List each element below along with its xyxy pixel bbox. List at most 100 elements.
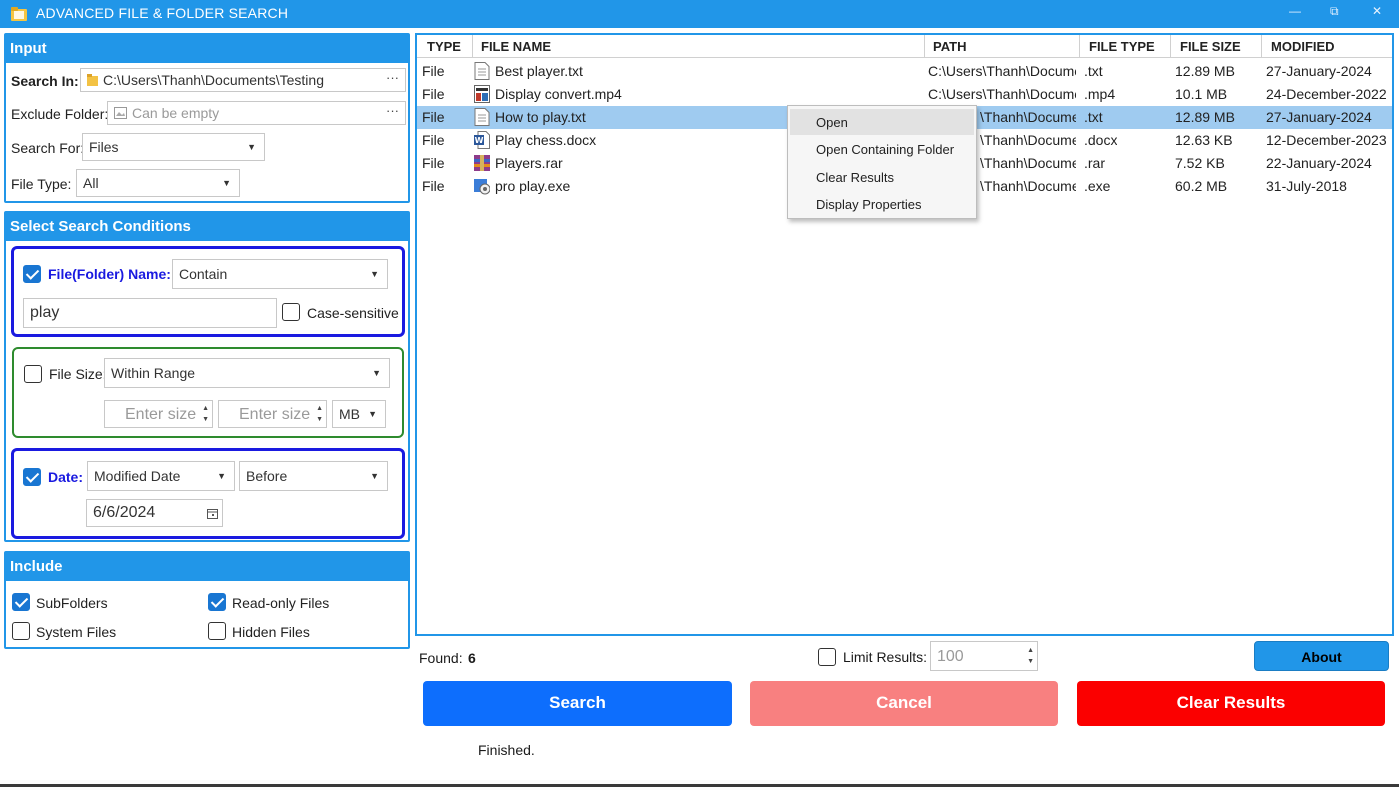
row-type: File: [422, 155, 445, 171]
row-file-type: .docx: [1084, 132, 1118, 148]
size-condition-checkbox[interactable]: [24, 365, 42, 383]
case-sensitive-label: Case-sensitive: [307, 305, 399, 321]
spin-down-icon[interactable]: ▼: [202, 416, 209, 424]
context-menu-open-folder[interactable]: Open Containing Folder: [790, 136, 974, 162]
clear-results-button[interactable]: Clear Results: [1077, 681, 1385, 726]
row-path: \Thanh\Docume: [980, 109, 1076, 125]
name-condition-label: File(Folder) Name:: [48, 266, 171, 282]
date-field-dropdown[interactable]: Modified Date ▼: [87, 461, 235, 491]
calendar-icon[interactable]: [207, 508, 218, 519]
exclude-folder-label: Exclude Folder:: [11, 106, 109, 122]
context-menu-clear-results[interactable]: Clear Results: [790, 164, 974, 190]
spin-up-icon[interactable]: ▲: [1027, 647, 1034, 655]
text-file-icon: [474, 62, 490, 80]
close-button[interactable]: ✕: [1372, 4, 1382, 18]
date-field-value: Modified Date: [94, 468, 181, 484]
search-button[interactable]: Search: [423, 681, 732, 726]
chevron-down-icon: ▼: [222, 178, 231, 188]
size-condition-label: File Size:: [49, 366, 107, 382]
readonly-checkbox[interactable]: [208, 593, 226, 611]
archive-file-icon: [474, 155, 490, 171]
hidden-files-checkbox[interactable]: [208, 622, 226, 640]
row-type: File: [422, 109, 445, 125]
spin-up-icon[interactable]: ▲: [202, 405, 209, 413]
case-sensitive-checkbox[interactable]: [282, 303, 300, 321]
date-picker[interactable]: 6/6/2024: [86, 499, 223, 527]
max-size-input[interactable]: Enter size ▲ ▼: [218, 400, 327, 428]
context-menu-open[interactable]: Open: [790, 109, 974, 135]
row-path: \Thanh\Docume: [980, 178, 1076, 194]
size-unit-dropdown[interactable]: MB ▼: [332, 400, 386, 428]
system-files-checkbox[interactable]: [12, 622, 30, 640]
column-path[interactable]: PATH: [933, 39, 966, 54]
search-for-dropdown[interactable]: Files ▼: [82, 133, 265, 161]
file-type-value: All: [83, 175, 99, 191]
row-modified: 24-December-2022: [1266, 86, 1387, 102]
row-type: File: [422, 178, 445, 194]
image-folder-icon: [114, 107, 127, 119]
chevron-down-icon: ▼: [247, 142, 256, 152]
about-button[interactable]: About: [1254, 641, 1389, 671]
min-size-input[interactable]: Enter size ▲ ▼: [104, 400, 213, 428]
row-type: File: [422, 132, 445, 148]
row-path: C:\Users\Thanh\Docume: [928, 63, 1076, 79]
date-condition-box: Date: Modified Date ▼ Before ▼ 6/6/2024: [11, 448, 405, 539]
context-menu-properties[interactable]: Display Properties: [790, 191, 974, 217]
name-query-input[interactable]: play: [23, 298, 277, 328]
search-in-value: C:\Users\Thanh\Documents\Testing: [103, 72, 324, 88]
row-file-name: Best player.txt: [495, 63, 583, 79]
row-path: \Thanh\Docume: [980, 155, 1076, 171]
minimize-button[interactable]: —: [1289, 4, 1301, 18]
exclude-folder-field[interactable]: Can be empty ···: [107, 101, 406, 125]
limit-results-input[interactable]: 100 ▲ ▼: [930, 641, 1038, 671]
exe-file-icon: [474, 179, 490, 195]
spin-up-icon[interactable]: ▲: [316, 405, 323, 413]
column-file-size[interactable]: FILE SIZE: [1180, 39, 1241, 54]
size-unit-value: MB: [339, 406, 360, 422]
spin-down-icon[interactable]: ▼: [316, 416, 323, 424]
file-type-label: File Type:: [11, 176, 72, 192]
restore-button[interactable]: ⧉: [1330, 4, 1339, 19]
results-header: TYPE FILE NAME PATH FILE TYPE FILE SIZE …: [417, 35, 1392, 58]
limit-results-checkbox[interactable]: [818, 648, 836, 666]
search-in-field[interactable]: C:\Users\Thanh\Documents\Testing ···: [80, 68, 406, 92]
limit-results-value: 100: [937, 648, 964, 665]
column-type[interactable]: TYPE: [427, 39, 461, 54]
window-title: ADVANCED FILE & FOLDER SEARCH: [36, 5, 289, 21]
readonly-label: Read-only Files: [232, 595, 330, 611]
subfolders-checkbox[interactable]: [12, 593, 30, 611]
table-row[interactable]: File Best player.txt C:\Users\Thanh\Docu…: [417, 60, 1392, 83]
date-mode-dropdown[interactable]: Before ▼: [239, 461, 388, 491]
row-modified: 27-January-2024: [1266, 109, 1372, 125]
row-type: File: [422, 86, 445, 102]
row-modified: 12-December-2023: [1266, 132, 1387, 148]
limit-results-label: Limit Results:: [843, 649, 928, 665]
name-mode-dropdown[interactable]: Contain ▼: [172, 259, 388, 289]
row-modified: 22-January-2024: [1266, 155, 1372, 171]
system-files-label: System Files: [36, 624, 117, 640]
column-file-name[interactable]: FILE NAME: [481, 39, 551, 54]
browse-exclude-button[interactable]: ···: [386, 103, 399, 118]
browse-search-in-button[interactable]: ···: [386, 70, 399, 85]
spin-down-icon[interactable]: ▼: [1027, 658, 1034, 666]
date-condition-checkbox[interactable]: [23, 468, 41, 486]
name-condition-checkbox[interactable]: [23, 265, 41, 283]
subfolders-label: SubFolders: [36, 595, 108, 611]
file-type-dropdown[interactable]: All ▼: [76, 169, 240, 197]
row-modified: 27-January-2024: [1266, 63, 1372, 79]
row-file-type: .exe: [1084, 178, 1111, 194]
include-panel-header: Include: [6, 553, 408, 581]
row-file-type: .mp4: [1084, 86, 1116, 102]
row-path: C:\Users\Thanh\Docume: [928, 86, 1076, 102]
row-file-type: .txt: [1084, 109, 1103, 125]
row-file-size: 60.2 MB: [1175, 178, 1228, 194]
column-modified[interactable]: MODIFIED: [1271, 39, 1335, 54]
column-file-type[interactable]: FILE TYPE: [1089, 39, 1155, 54]
row-file-name: pro play.exe: [495, 178, 571, 194]
search-for-value: Files: [89, 139, 119, 155]
table-row[interactable]: File Display convert.mp4 C:\Users\Thanh\…: [417, 83, 1392, 106]
size-mode-dropdown[interactable]: Within Range ▼: [104, 358, 390, 388]
cancel-button[interactable]: Cancel: [750, 681, 1058, 726]
row-file-name: How to play.txt: [495, 109, 586, 125]
chevron-down-icon: ▼: [370, 471, 379, 481]
